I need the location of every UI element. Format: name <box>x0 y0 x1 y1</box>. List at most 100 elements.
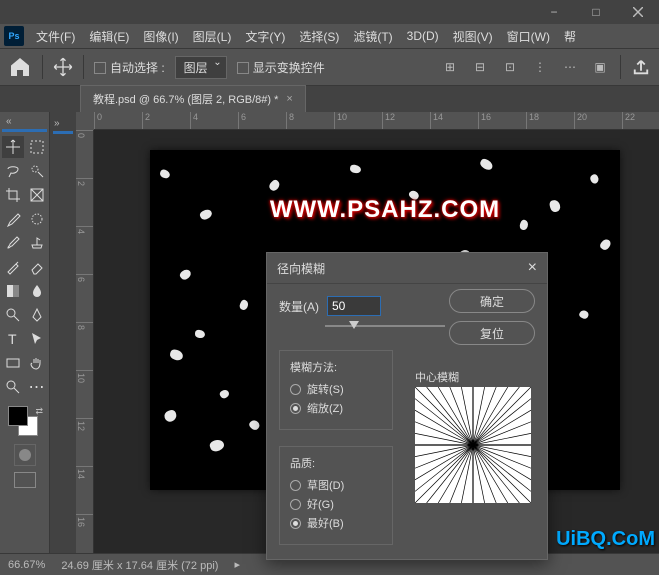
show-transform-checkbox[interactable] <box>237 62 249 74</box>
auto-select-label: 自动选择 : <box>110 61 165 75</box>
align-icon[interactable]: ⊟ <box>470 57 490 77</box>
3d-icon[interactable]: ▣ <box>590 57 610 77</box>
watermark-text: WWW.PSAHZ.COM <box>150 196 620 224</box>
home-icon[interactable] <box>8 55 32 79</box>
target-dropdown[interactable]: 图层 <box>175 56 227 79</box>
method-zoom-option[interactable]: 缩放(Z) <box>290 400 382 416</box>
quality-legend: 品质: <box>290 455 382 471</box>
separator <box>42 55 43 79</box>
edit-toolbar[interactable]: ⋯ <box>26 376 48 398</box>
dialog-close-icon[interactable]: × <box>528 259 537 277</box>
menu-filter[interactable]: 滤镜(T) <box>347 26 398 47</box>
reset-button[interactable]: 复位 <box>449 321 535 345</box>
close-button[interactable] <box>617 0 659 24</box>
distribute-icon[interactable]: ⋮ <box>530 57 550 77</box>
pen-tool[interactable] <box>26 304 48 326</box>
auto-select-group[interactable]: 自动选择 : <box>94 59 165 76</box>
svg-text:T: T <box>8 331 17 347</box>
menu-view[interactable]: 视图(V) <box>447 26 499 47</box>
radio-icon[interactable] <box>290 518 301 529</box>
quality-best-option[interactable]: 最好(B) <box>290 515 382 531</box>
quick-select-tool[interactable] <box>26 160 48 182</box>
blur-tool[interactable] <box>26 280 48 302</box>
ok-button[interactable]: 确定 <box>449 289 535 313</box>
radio-icon[interactable] <box>290 384 301 395</box>
show-transform-group[interactable]: 显示变换控件 <box>237 59 325 76</box>
toolbox: « T ⋯ ⇄ <box>0 112 50 553</box>
ruler-horizontal[interactable]: 0246810121416182022 <box>94 112 659 130</box>
eraser-tool[interactable] <box>26 256 48 278</box>
tab-close-icon[interactable]: × <box>286 93 292 105</box>
hand-tool[interactable] <box>26 352 48 374</box>
share-icon[interactable] <box>631 57 651 77</box>
ruler-corner <box>76 112 94 130</box>
maximize-button[interactable]: □ <box>575 0 617 24</box>
move-tool-icon[interactable] <box>53 57 73 77</box>
show-transform-label: 显示变换控件 <box>253 61 325 75</box>
menu-image[interactable]: 图像(I) <box>137 26 184 47</box>
window-titlebar: − □ <box>0 0 659 24</box>
quality-draft-option[interactable]: 草图(D) <box>290 477 382 493</box>
align-icon[interactable]: ⊞ <box>440 57 460 77</box>
more-icon[interactable]: ⋯ <box>560 57 580 77</box>
quality-good-option[interactable]: 好(G) <box>290 496 382 512</box>
menu-edit[interactable]: 编辑(E) <box>83 26 135 47</box>
brand-watermark: UiBQ.CoM <box>556 528 655 551</box>
amount-input[interactable] <box>327 296 381 316</box>
menu-help[interactable]: 帮 <box>558 26 582 47</box>
color-swatches[interactable]: ⇄ <box>2 406 47 438</box>
eyedropper-tool[interactable] <box>2 208 24 230</box>
app-logo: Ps <box>4 26 24 46</box>
spot-heal-tool[interactable] <box>26 208 48 230</box>
gradient-tool[interactable] <box>2 280 24 302</box>
dialog-title: 径向模糊 <box>277 260 325 277</box>
rectangle-tool[interactable] <box>2 352 24 374</box>
document-tab[interactable]: 教程.psd @ 66.7% (图层 2, RGB/8#) * × <box>80 85 306 112</box>
auto-select-checkbox[interactable] <box>94 62 106 74</box>
menu-select[interactable]: 选择(S) <box>293 26 345 47</box>
menu-3d[interactable]: 3D(D) <box>401 27 445 45</box>
menu-type[interactable]: 文字(Y) <box>239 26 291 47</box>
crop-tool[interactable] <box>2 184 24 206</box>
chevron-right-icon[interactable]: ▸ <box>234 558 240 571</box>
brush-tool[interactable] <box>2 232 24 254</box>
clone-stamp-tool[interactable] <box>26 232 48 254</box>
radio-icon[interactable] <box>290 480 301 491</box>
radial-blur-dialog: 径向模糊 × 数量(A) 确定 复位 模糊方法: 旋转(S) 缩放(Z) 品质:… <box>266 252 548 560</box>
separator <box>83 55 84 79</box>
document-info: 24.69 厘米 x 17.64 厘米 (72 ppi) <box>61 557 218 573</box>
quick-mask-button[interactable] <box>14 444 36 466</box>
align-icon[interactable]: ⊡ <box>500 57 520 77</box>
radio-icon[interactable] <box>290 403 301 414</box>
collapse-icon[interactable]: « <box>2 116 47 129</box>
marquee-tool[interactable] <box>26 136 48 158</box>
menubar: Ps 文件(F) 编辑(E) 图像(I) 图层(L) 文字(Y) 选择(S) 滤… <box>0 24 659 48</box>
accent-bar <box>2 129 47 132</box>
zoom-tool[interactable] <box>2 376 24 398</box>
menu-file[interactable]: 文件(F) <box>30 26 81 47</box>
history-brush-tool[interactable] <box>2 256 24 278</box>
lasso-tool[interactable] <box>2 160 24 182</box>
screen-mode-button[interactable] <box>14 472 36 488</box>
zoom-level[interactable]: 66.67% <box>8 559 45 571</box>
frame-tool[interactable] <box>26 184 48 206</box>
method-spin-option[interactable]: 旋转(S) <box>290 381 382 397</box>
minimize-button[interactable]: − <box>533 0 575 24</box>
slider-thumb[interactable] <box>349 321 359 329</box>
tab-title: 教程.psd @ 66.7% (图层 2, RGB/8#) * <box>93 91 278 107</box>
path-select-tool[interactable] <box>26 328 48 350</box>
menu-layer[interactable]: 图层(L) <box>187 26 238 47</box>
radio-icon[interactable] <box>290 499 301 510</box>
move-tool[interactable] <box>2 136 24 158</box>
blur-center-preview[interactable] <box>415 387 531 503</box>
accent-bar <box>53 131 73 134</box>
expand-icon[interactable]: » <box>54 118 60 129</box>
dodge-tool[interactable] <box>2 304 24 326</box>
separator <box>620 55 621 79</box>
type-tool[interactable]: T <box>2 328 24 350</box>
amount-slider[interactable] <box>325 320 445 332</box>
foreground-color-swatch[interactable] <box>8 406 28 426</box>
menu-window[interactable]: 窗口(W) <box>501 26 556 47</box>
options-bar: 自动选择 : 图层 显示变换控件 ⊞ ⊟ ⊡ ⋮ ⋯ ▣ <box>0 48 659 86</box>
ruler-vertical[interactable]: 0246810121416 <box>76 130 94 553</box>
